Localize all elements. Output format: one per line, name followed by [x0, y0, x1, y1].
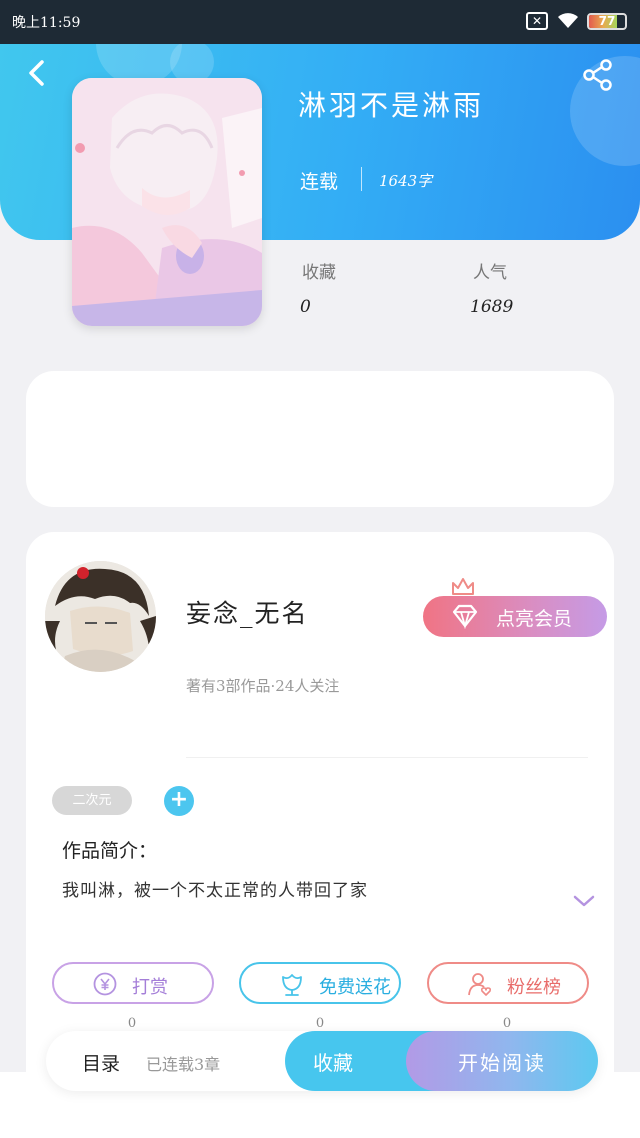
divider — [361, 167, 362, 191]
stat-favorites-value: 0 — [300, 297, 311, 317]
no-sim-icon: ✕ — [526, 12, 548, 30]
vip-button[interactable]: 点亮会员 — [423, 596, 607, 637]
avatar-illustration — [45, 561, 156, 672]
fans-count: 0 — [502, 1016, 512, 1031]
yen-coin-icon — [93, 972, 117, 996]
fans-rank-button[interactable]: 粉丝榜 — [427, 962, 589, 1004]
book-title: 淋羽不是淋雨 — [298, 89, 485, 122]
author-name[interactable]: 妄念_无名 — [186, 594, 309, 630]
stat-popularity-value: 1689 — [470, 297, 514, 317]
intro-text: 我叫淋，被一个不太正常的人带回了家 — [62, 881, 368, 901]
share-icon[interactable] — [582, 58, 614, 92]
diamond-icon — [452, 604, 478, 629]
author-avatar[interactable] — [45, 561, 156, 672]
chevron-down-icon[interactable] — [572, 892, 596, 910]
fans-rank-label: 粉丝榜 — [507, 977, 561, 997]
divider — [186, 757, 588, 758]
crown-icon — [452, 578, 474, 595]
wifi-icon — [558, 13, 578, 28]
book-status: 连载 — [300, 171, 339, 193]
reward-count: 0 — [127, 1016, 137, 1031]
collect-button-label: 收藏 — [313, 1051, 353, 1075]
reward-button[interactable]: 打赏 — [52, 962, 214, 1004]
back-arrow-icon[interactable] — [22, 58, 52, 88]
empty-card — [26, 371, 614, 507]
word-count: 1643字 — [379, 172, 433, 190]
send-flower-label: 免费送花 — [319, 977, 391, 997]
table-of-contents-link[interactable]: 目录 — [82, 1049, 120, 1076]
start-reading-button[interactable]: 开始阅读 — [406, 1031, 598, 1091]
flower-count: 0 — [315, 1016, 325, 1031]
add-tag-button[interactable]: + — [164, 786, 194, 816]
stat-popularity-label: 人气 — [473, 263, 507, 283]
tag-chip[interactable]: 二次元 — [52, 786, 132, 815]
intro-title: 作品简介： — [62, 840, 158, 862]
fans-icon — [468, 973, 492, 996]
cover-illustration — [72, 78, 262, 326]
status-bar: 晚上11:59 ✕ 77 — [0, 0, 640, 44]
battery-level: 77 — [598, 14, 616, 28]
book-cover-image[interactable] — [72, 78, 262, 326]
vip-button-label: 点亮会员 — [496, 609, 573, 630]
start-reading-label: 开始阅读 — [458, 1051, 546, 1075]
status-time: 晚上11:59 — [12, 15, 81, 31]
author-meta: 著有3部作品·24人关注 — [186, 677, 340, 695]
battery-icon: 77 — [587, 13, 627, 30]
chapter-progress: 已连载3章 — [146, 1055, 221, 1074]
flower-icon — [282, 974, 302, 996]
reward-label: 打赏 — [132, 977, 168, 997]
send-flower-button[interactable]: 免费送花 — [239, 962, 401, 1004]
stat-favorites-label: 收藏 — [302, 263, 336, 283]
